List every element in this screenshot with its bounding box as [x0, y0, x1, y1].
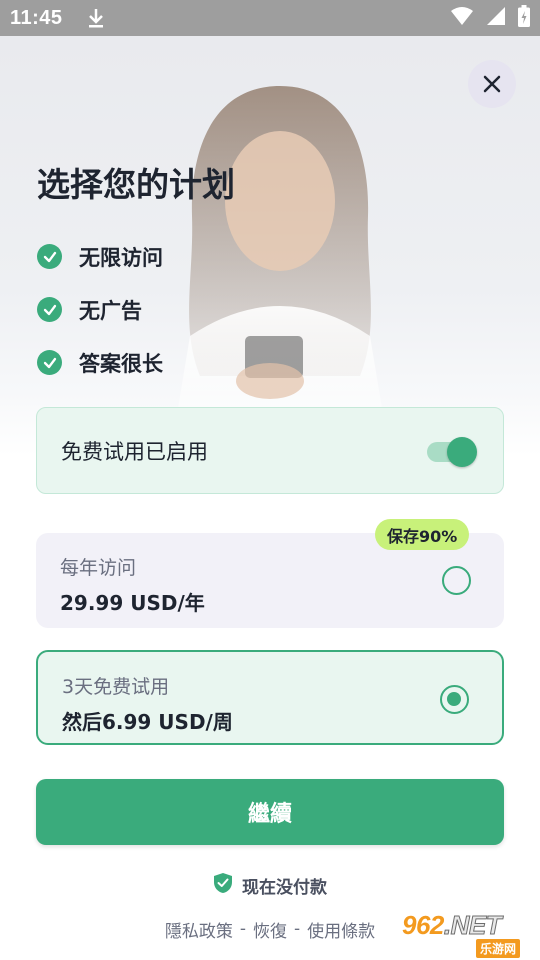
plan-option-weekly[interactable]: 3天免费试用 然后6.99 USD/周: [36, 650, 504, 745]
feature-item: 答案很长: [37, 336, 163, 389]
link-separator: -: [239, 919, 246, 939]
plan-name: 每年访问: [60, 557, 137, 579]
terms-of-use-link[interactable]: 使用條款: [307, 917, 375, 942]
free-trial-label: 免费试用已启用: [61, 439, 208, 464]
feature-list: 无限访问 无广告 答案很长: [37, 230, 163, 389]
radio-dot: [447, 692, 461, 706]
privacy-policy-link[interactable]: 隱私政策: [165, 917, 233, 942]
radio-button-selected[interactable]: [440, 685, 469, 714]
watermark-brand: 962.NET: [402, 910, 502, 940]
continue-button[interactable]: 繼續: [36, 779, 504, 845]
status-bar: 11:45: [0, 0, 540, 36]
no-payment-label: 现在没付款: [242, 877, 327, 898]
feature-label: 无限访问: [79, 245, 163, 270]
link-separator: -: [294, 919, 301, 939]
free-trial-toggle[interactable]: [427, 436, 479, 467]
plan-price: 然后6.99 USD/周: [62, 710, 233, 734]
wifi-icon: [450, 6, 474, 30]
watermark-subtitle: 乐游网: [476, 939, 521, 958]
check-circle-icon: [37, 297, 62, 322]
check-circle-icon: [37, 244, 62, 269]
free-trial-card[interactable]: 免费试用已启用: [36, 407, 504, 494]
feature-item: 无广告: [37, 283, 163, 336]
toggle-knob: [447, 436, 477, 467]
status-time: 11:45: [10, 6, 63, 29]
hero-photo: [170, 86, 390, 456]
close-icon: [483, 75, 501, 93]
check-circle-icon: [37, 350, 62, 375]
watermark-logo: 962.NET 乐游网: [402, 910, 536, 958]
battery-icon: [518, 5, 530, 31]
page-title: 选择您的计划: [37, 165, 235, 204]
feature-label: 答案很长: [79, 351, 163, 376]
feature-label: 无广告: [79, 298, 142, 323]
close-button[interactable]: [468, 60, 516, 108]
restore-link[interactable]: 恢復: [253, 917, 287, 942]
download-icon: [87, 7, 105, 29]
radio-button[interactable]: [442, 566, 471, 595]
plan-name: 3天免费试用: [62, 676, 170, 698]
feature-item: 无限访问: [37, 230, 163, 283]
signal-icon: [486, 6, 506, 30]
save-badge: 保存90%: [375, 519, 470, 550]
no-payment-note: 现在没付款: [0, 871, 540, 899]
shield-check-icon: [213, 872, 233, 899]
plan-price: 29.99 USD/年: [60, 591, 205, 615]
